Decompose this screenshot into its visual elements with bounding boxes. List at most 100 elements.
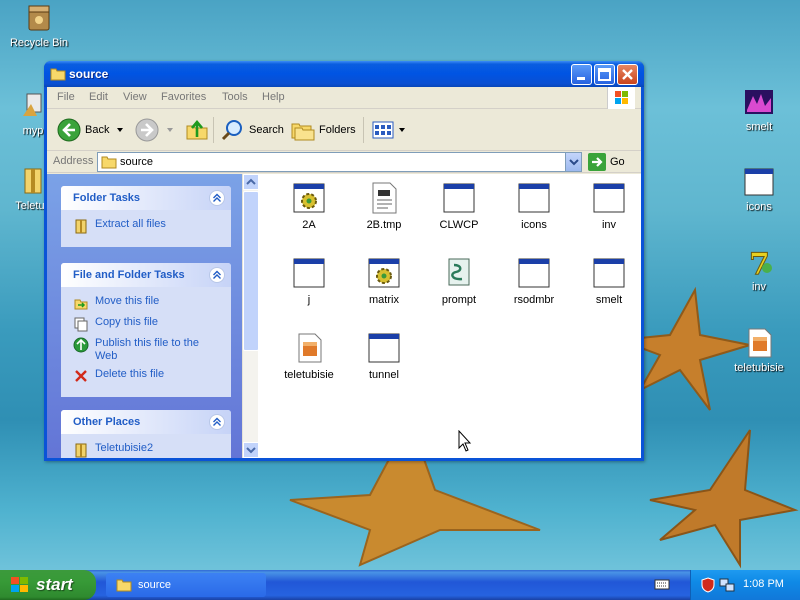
content-panes: Folder Tasks Extract all files File and … xyxy=(47,174,641,458)
file-name: 2A xyxy=(302,219,316,231)
task-extract-all[interactable]: Extract all files xyxy=(73,218,231,234)
file-item-2a[interactable]: 2A xyxy=(272,182,346,231)
file-name: tunnel xyxy=(369,369,399,381)
desktop-icon-smelt[interactable]: smelt xyxy=(722,86,796,133)
file-tasks-header[interactable]: File and Folder Tasks xyxy=(61,263,231,287)
start-button[interactable]: start xyxy=(0,570,96,600)
search-button[interactable]: Search xyxy=(221,115,284,145)
task-link-label: Copy this file xyxy=(95,316,158,328)
other-places-header[interactable]: Other Places xyxy=(61,410,231,434)
scroll-down-button[interactable] xyxy=(243,442,259,458)
file-item-teletubisie[interactable]: teletubisie xyxy=(272,332,346,381)
menu-favorites[interactable]: Favorites xyxy=(161,91,206,103)
explorer-window: source File Edit View Favorites Tools He… xyxy=(44,61,644,461)
task-pane-scrollbar[interactable] xyxy=(242,174,259,458)
desktop-icon-inv[interactable]: 7 inv xyxy=(722,246,796,293)
file-item-rsodmbr[interactable]: rsodmbr xyxy=(497,257,571,306)
back-label: Back xyxy=(85,124,110,136)
minimize-button[interactable] xyxy=(571,64,592,85)
task-copy-file[interactable]: Copy this file xyxy=(73,316,231,332)
place-teletubisie2[interactable]: Teletubisie2 xyxy=(73,442,231,458)
title-bar[interactable]: source xyxy=(44,61,644,87)
file-item-smelt[interactable]: smelt xyxy=(572,257,646,306)
window-title: source xyxy=(69,67,109,81)
file-item-2b-tmp[interactable]: 2B.tmp xyxy=(347,182,421,231)
window-icon xyxy=(744,168,774,196)
close-button[interactable] xyxy=(617,64,638,85)
address-dropdown-button[interactable] xyxy=(565,153,581,171)
address-input[interactable]: source xyxy=(97,152,582,172)
folder-icon xyxy=(116,579,132,592)
script-icon xyxy=(448,258,470,286)
window-icon xyxy=(593,183,625,213)
file-item-j[interactable]: j xyxy=(272,257,346,306)
task-publish-file[interactable]: Publish this file to the Web xyxy=(73,337,231,363)
menu-view[interactable]: View xyxy=(123,91,147,103)
up-folder-button[interactable] xyxy=(185,115,209,145)
chevron-down-icon[interactable] xyxy=(165,125,175,135)
collapse-icon[interactable] xyxy=(209,190,225,206)
file-item-clwcp[interactable]: CLWCP xyxy=(422,182,496,231)
scroll-thumb[interactable] xyxy=(243,191,259,351)
forward-button[interactable] xyxy=(135,115,175,145)
task-move-file[interactable]: Move this file xyxy=(73,295,231,311)
forward-arrow-icon xyxy=(135,118,159,142)
collapse-icon[interactable] xyxy=(209,414,225,430)
menu-help[interactable]: Help xyxy=(262,91,285,103)
file-item-inv[interactable]: inv xyxy=(572,182,646,231)
desktop-icon-label: myp xyxy=(22,125,44,137)
collapse-icon[interactable] xyxy=(209,267,225,283)
menu-tools[interactable]: Tools xyxy=(222,91,248,103)
file-name: 2B.tmp xyxy=(366,219,402,231)
file-item-matrix[interactable]: matrix xyxy=(347,257,421,306)
back-arrow-icon xyxy=(57,118,81,142)
folder-tasks-header[interactable]: Folder Tasks xyxy=(61,186,231,210)
desktop-icon-label: teletubisie xyxy=(734,362,784,374)
folders-icon xyxy=(291,123,315,141)
clock[interactable]: 1:08 PM xyxy=(743,578,784,590)
go-arrow-icon xyxy=(588,153,606,171)
chevron-down-icon[interactable] xyxy=(115,125,125,135)
file-name: icons xyxy=(521,219,547,231)
file-item-prompt[interactable]: prompt xyxy=(422,257,496,306)
desktop-icon-recycle-bin[interactable]: Recycle Bin xyxy=(2,2,76,49)
desktop-icon-teletubisie[interactable]: teletubisie xyxy=(722,327,796,374)
task-link-label: Publish this file to the Web xyxy=(95,337,199,362)
package-icon xyxy=(748,328,772,358)
back-button[interactable]: Back xyxy=(57,115,125,145)
keyboard-icon[interactable] xyxy=(654,577,670,591)
taskbar-item-source[interactable]: source xyxy=(106,573,266,597)
file-name: smelt xyxy=(595,294,623,306)
file-list: 2A 2B.tmp CLWCP icons inv j matrix promp… xyxy=(258,174,641,458)
image-icon xyxy=(745,90,773,114)
search-icon xyxy=(221,120,242,141)
desktop-icon-icons[interactable]: icons xyxy=(722,166,796,213)
network-icon[interactable] xyxy=(719,577,735,593)
desktop-icon-label: Recycle Bin xyxy=(9,37,69,49)
taskbar: start source 1:08 PM xyxy=(0,570,800,600)
file-item-icons[interactable]: icons xyxy=(497,182,571,231)
folder-tasks-panel: Folder Tasks Extract all files xyxy=(61,186,231,247)
file-item-tunnel[interactable]: tunnel xyxy=(347,332,421,381)
windows-logo-icon xyxy=(11,577,28,592)
file-tasks-panel: File and Folder Tasks Move this file Cop… xyxy=(61,263,231,397)
go-button[interactable]: Go xyxy=(588,152,625,172)
folders-label: Folders xyxy=(319,124,356,136)
desktop-icon-label: icons xyxy=(746,201,772,213)
address-label: Address xyxy=(53,155,94,167)
views-button[interactable] xyxy=(371,115,407,145)
window-icon xyxy=(443,183,475,213)
toolbar-separator xyxy=(363,117,364,143)
menu-file[interactable]: File xyxy=(57,91,75,103)
task-delete-file[interactable]: Delete this file xyxy=(73,368,231,384)
folders-button[interactable]: Folders xyxy=(291,115,356,145)
scroll-up-button[interactable] xyxy=(243,174,259,190)
window-icon xyxy=(293,258,325,288)
chevron-down-icon[interactable] xyxy=(397,125,407,135)
security-shield-icon[interactable] xyxy=(701,577,715,593)
folder-tasks-title: Folder Tasks xyxy=(73,192,141,204)
gear-app-icon xyxy=(293,183,325,213)
maximize-button[interactable] xyxy=(594,64,615,85)
menu-edit[interactable]: Edit xyxy=(89,91,108,103)
delete-icon xyxy=(75,370,87,382)
